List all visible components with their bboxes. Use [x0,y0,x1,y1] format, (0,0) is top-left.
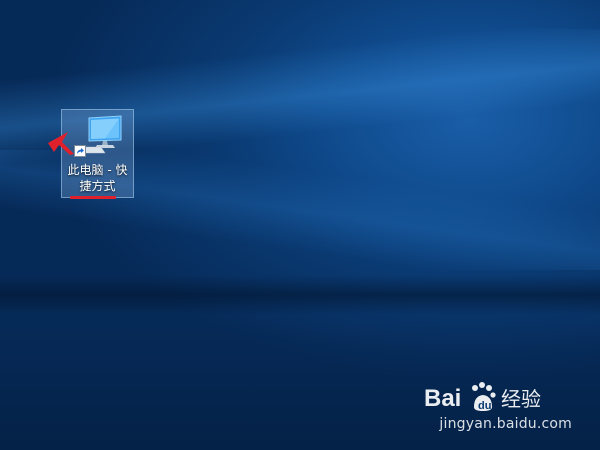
windows-desktop[interactable]: 此电脑 - 快 捷方式 Bai du 经验 jingyan.baidu.com [0,0,600,450]
baidu-jingyan-watermark: Bai du 经验 jingyan.baidu.com [422,378,572,438]
wallpaper-dark-band [0,275,600,315]
shortcut-label-line-2: 捷方式 [79,179,116,193]
shortcut-label-line-1: 此电脑 - 快 [67,163,128,177]
svg-text:du: du [478,400,491,412]
watermark-url: jingyan.baidu.com [439,416,572,432]
baidu-paw-icon: du [472,382,496,412]
red-pointer-arrow-icon [48,132,74,155]
svg-text:Bai: Bai [424,385,461,412]
svg-text:经验: 经验 [501,387,541,411]
red-underline-annotation [70,196,116,199]
shortcut-label: 此电脑 - 快 捷方式 [62,162,133,194]
baidu-logo: Bai du 经验 [424,382,541,412]
